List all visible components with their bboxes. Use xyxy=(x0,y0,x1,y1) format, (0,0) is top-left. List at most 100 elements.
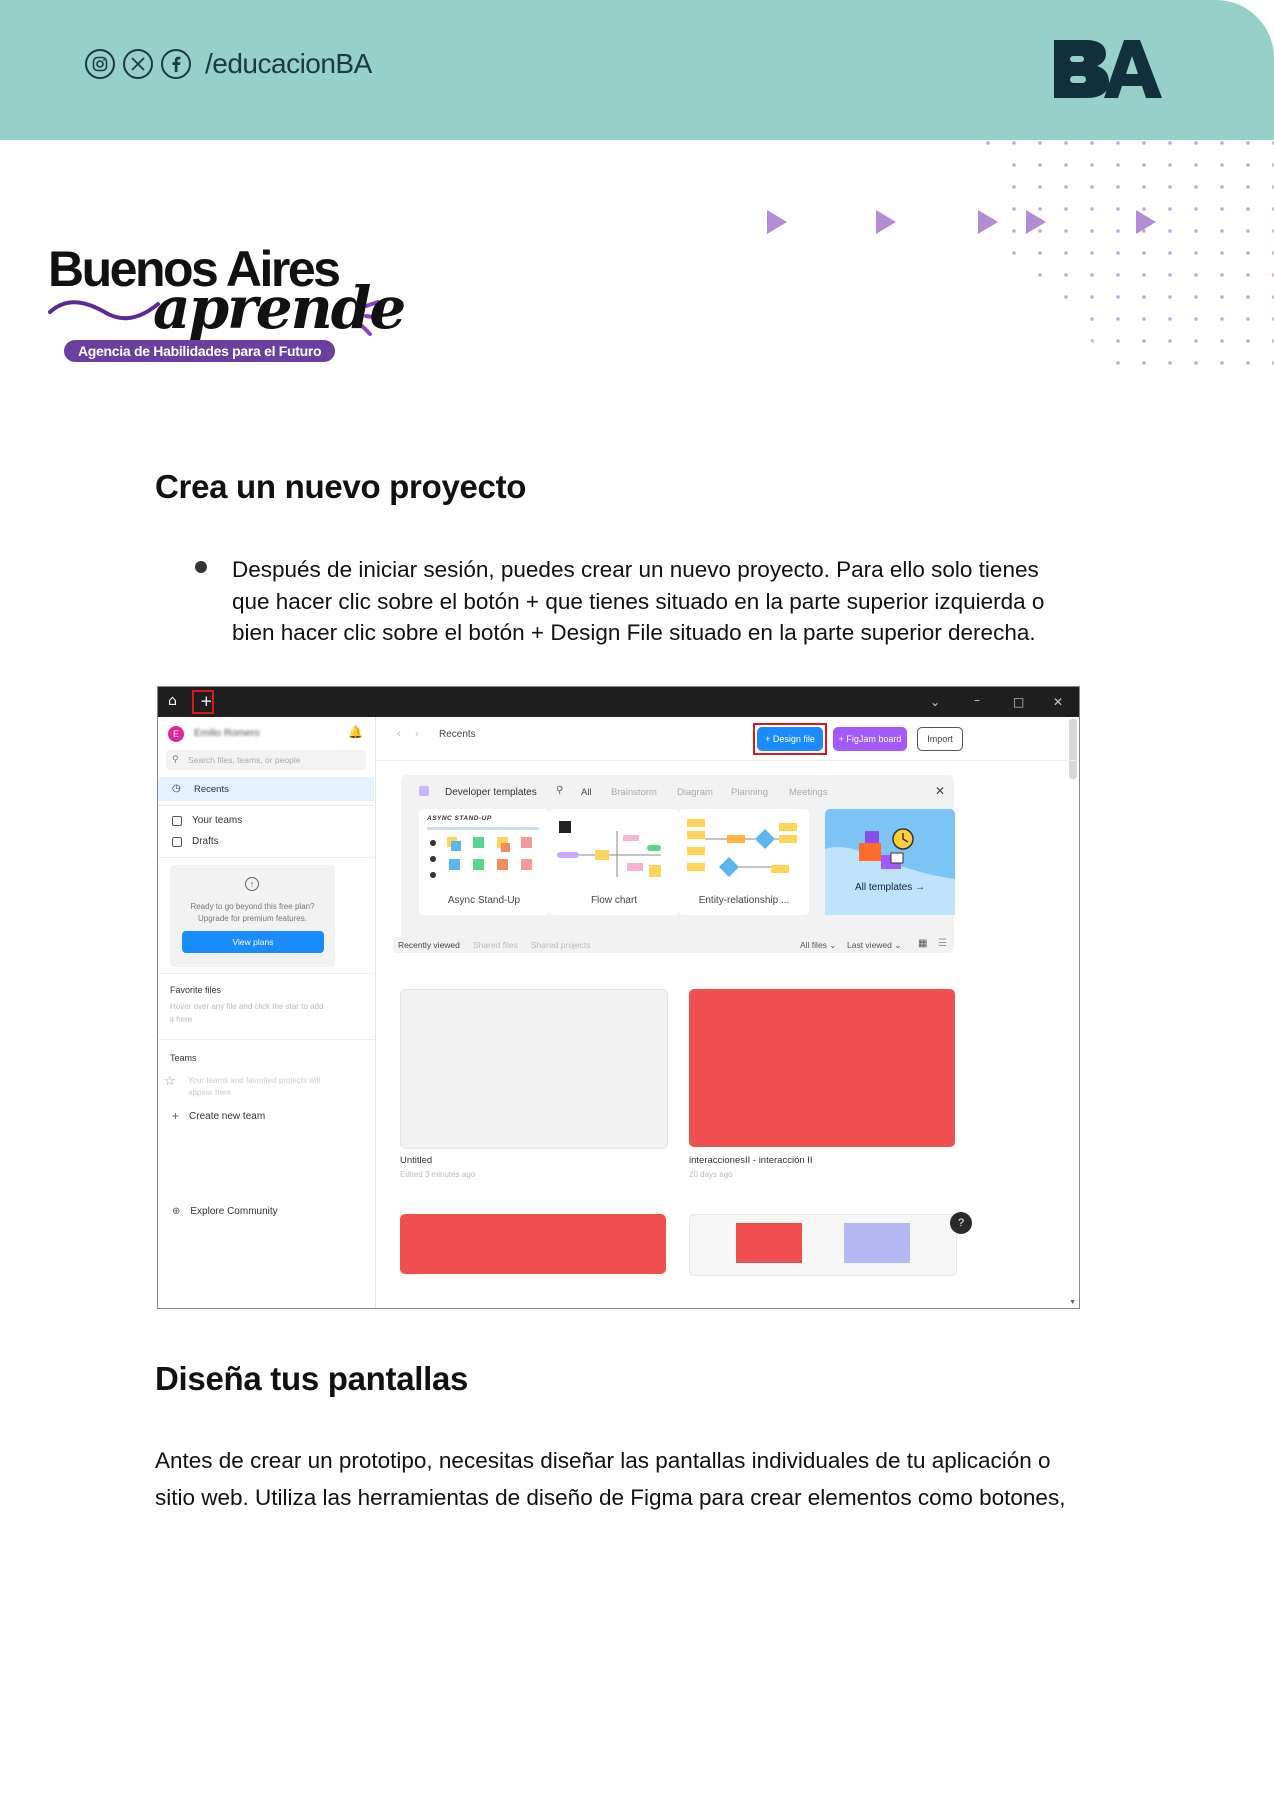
template-card-flow-chart[interactable]: Flow chart xyxy=(549,809,679,915)
avatar[interactable]: E xyxy=(168,726,184,742)
highlight-box xyxy=(753,723,827,755)
plus-icon: + xyxy=(172,1109,180,1123)
template-label: Flow chart xyxy=(590,895,638,906)
sort-last-viewed[interactable]: Last viewed ⌄ xyxy=(847,940,901,951)
divider xyxy=(158,805,374,806)
bullet-line: Después de iniciar sesión, puedes crear … xyxy=(232,557,1039,582)
filter-all[interactable]: All xyxy=(581,787,592,798)
user-name[interactable]: Emilio Romero xyxy=(194,728,260,739)
instagram-icon[interactable] xyxy=(85,49,115,79)
back-arrow-icon[interactable]: ‹ xyxy=(397,728,401,740)
sidebar-item-recents[interactable]: ◷ Recents xyxy=(158,777,374,801)
sidebar-item-your-teams[interactable]: Your teams xyxy=(172,815,242,826)
templates-icon xyxy=(419,786,429,796)
breadcrumb: Recents xyxy=(439,729,476,740)
home-icon[interactable]: ⌂ xyxy=(168,693,177,709)
filter-all-files[interactable]: All files ⌄ xyxy=(800,940,836,951)
view-plans-button[interactable]: View plans xyxy=(182,931,324,953)
file-thumbnail[interactable] xyxy=(689,1214,957,1276)
import-button[interactable]: Import xyxy=(917,727,963,751)
search-input[interactable]: ⚲ Search files, teams, or people xyxy=(166,750,366,770)
close-window-icon[interactable]: ✕ xyxy=(1053,695,1063,709)
section-heading: Diseña tus pantallas xyxy=(155,1360,469,1397)
help-button[interactable]: ? xyxy=(950,1212,972,1234)
template-card-async-standup[interactable]: ASYNC STAND-UP Async Stand-Up xyxy=(419,809,549,915)
ba-brand-logo xyxy=(1054,40,1162,98)
close-icon[interactable]: ✕ xyxy=(935,784,945,798)
filter-planning[interactable]: Planning xyxy=(731,787,768,798)
sidebar-item-label: Drafts xyxy=(192,836,219,847)
filter-brainstorm[interactable]: Brainstorm xyxy=(611,787,657,798)
thumb-shape xyxy=(736,1223,802,1263)
decorative-triangle xyxy=(978,210,998,234)
template-label: Entity-relationship ... xyxy=(698,895,790,906)
bullet-line: bien hacer clic sobre el botón + Design … xyxy=(232,620,1036,645)
figjam-board-button[interactable]: + FigJam board xyxy=(833,727,907,751)
template-thumb-title: ASYNC STAND-UP xyxy=(427,815,492,822)
create-new-team-button[interactable]: + Create new team xyxy=(172,1109,265,1123)
file-thumbnail[interactable] xyxy=(400,1214,666,1274)
body-paragraph: Antes de crear un prototipo, necesitas d… xyxy=(155,1442,1255,1516)
all-templates-illustration xyxy=(825,828,955,915)
all-templates-card[interactable]: All templates → xyxy=(825,809,955,915)
sidebar-item-label: Create new team xyxy=(189,1110,266,1122)
upgrade-text: Ready to go beyond this free plan? Upgra… xyxy=(170,901,335,925)
hint-line: Hover over any file and click the star t… xyxy=(170,1002,324,1011)
social-links: /educacionBA xyxy=(85,48,372,80)
favorite-files-hint: Hover over any file and click the star t… xyxy=(170,1000,323,1026)
search-placeholder: Search files, teams, or people xyxy=(188,755,301,765)
figma-main-area: ‹ › Recents + Design file + FigJam board… xyxy=(375,717,1079,1308)
file-thumbnail-interacciones[interactable] xyxy=(689,989,955,1147)
file-thumbnail-untitled[interactable] xyxy=(400,989,668,1149)
tab-shared-files[interactable]: Shared files xyxy=(473,940,518,950)
file-meta: Edited 3 minutes ago xyxy=(400,1170,476,1179)
minimize-icon[interactable]: – xyxy=(974,693,980,707)
upgrade-line: Ready to go beyond this free plan? xyxy=(190,902,315,911)
decorative-triangle xyxy=(1026,210,1046,234)
tab-recently-viewed[interactable]: Recently viewed xyxy=(393,937,465,953)
figma-sidebar: E Emilio Romero 🔔 ⚲ Search files, teams,… xyxy=(158,717,376,1308)
forward-arrow-icon[interactable]: › xyxy=(415,728,419,740)
social-handle[interactable]: /educacionBA xyxy=(205,48,372,80)
chevron-down-icon[interactable]: ⌄ xyxy=(930,695,940,709)
page-header: /educacionBA xyxy=(0,0,1274,140)
buenos-aires-aprende-logo: Buenos Aires aprende Agencia de Habilida… xyxy=(48,238,406,368)
upgrade-arrow-icon: ↑ xyxy=(245,877,259,891)
list-view-icon[interactable]: ☰ xyxy=(938,938,947,949)
upgrade-card: ↑ Ready to go beyond this free plan? Upg… xyxy=(170,865,335,967)
filter-diagram[interactable]: Diagram xyxy=(677,787,713,798)
paragraph-line: sitio web. Utiliza las herramientas de d… xyxy=(155,1485,1066,1510)
tab-shared-projects[interactable]: Shared projects xyxy=(531,940,591,950)
decorative-dot-grid xyxy=(985,140,1274,380)
hint-line: it here xyxy=(170,1015,193,1024)
divider xyxy=(375,760,1079,761)
templates-panel: Developer templates ⚲ All Brainstorm Dia… xyxy=(401,775,955,953)
template-card-entity-relationship[interactable]: Entity-relationship ... xyxy=(679,809,809,915)
maximize-icon[interactable]: □ xyxy=(1013,695,1024,709)
star-icon: ☆ xyxy=(164,1073,176,1088)
sidebar-item-label: Recents xyxy=(194,784,229,795)
scroll-down-icon[interactable]: ▼ xyxy=(1069,1299,1076,1306)
divider xyxy=(158,857,374,858)
hint-line: Your teams and favorited projects will xyxy=(188,1076,321,1085)
sidebar-item-label: Explore Community xyxy=(190,1206,278,1217)
async-standup-thumbnail xyxy=(427,827,539,878)
figma-titlebar: ⌂ + ⌄ – □ ✕ xyxy=(158,687,1079,717)
divider xyxy=(158,973,374,974)
search-icon[interactable]: ⚲ xyxy=(556,785,563,796)
scrollbar[interactable] xyxy=(1069,719,1077,779)
grid-view-icon[interactable]: ▦ xyxy=(918,938,927,949)
upgrade-line: Upgrade for premium features. xyxy=(198,914,307,923)
filter-meetings[interactable]: Meetings xyxy=(789,787,828,798)
sidebar-item-drafts[interactable]: Drafts xyxy=(172,836,219,847)
file-name[interactable]: interaccionesII - interacción II xyxy=(689,1155,813,1166)
team-icon xyxy=(172,815,182,826)
paragraph-line: Antes de crear un prototipo, necesitas d… xyxy=(155,1448,1051,1473)
notifications-icon[interactable]: 🔔 xyxy=(348,725,363,739)
explore-community-link[interactable]: ⊕ Explore Community xyxy=(172,1206,278,1217)
file-icon xyxy=(172,836,182,847)
file-name[interactable]: Untitled xyxy=(400,1155,432,1166)
x-icon[interactable] xyxy=(123,49,153,79)
facebook-icon[interactable] xyxy=(161,49,191,79)
section-heading: Crea un nuevo proyecto xyxy=(155,468,527,505)
